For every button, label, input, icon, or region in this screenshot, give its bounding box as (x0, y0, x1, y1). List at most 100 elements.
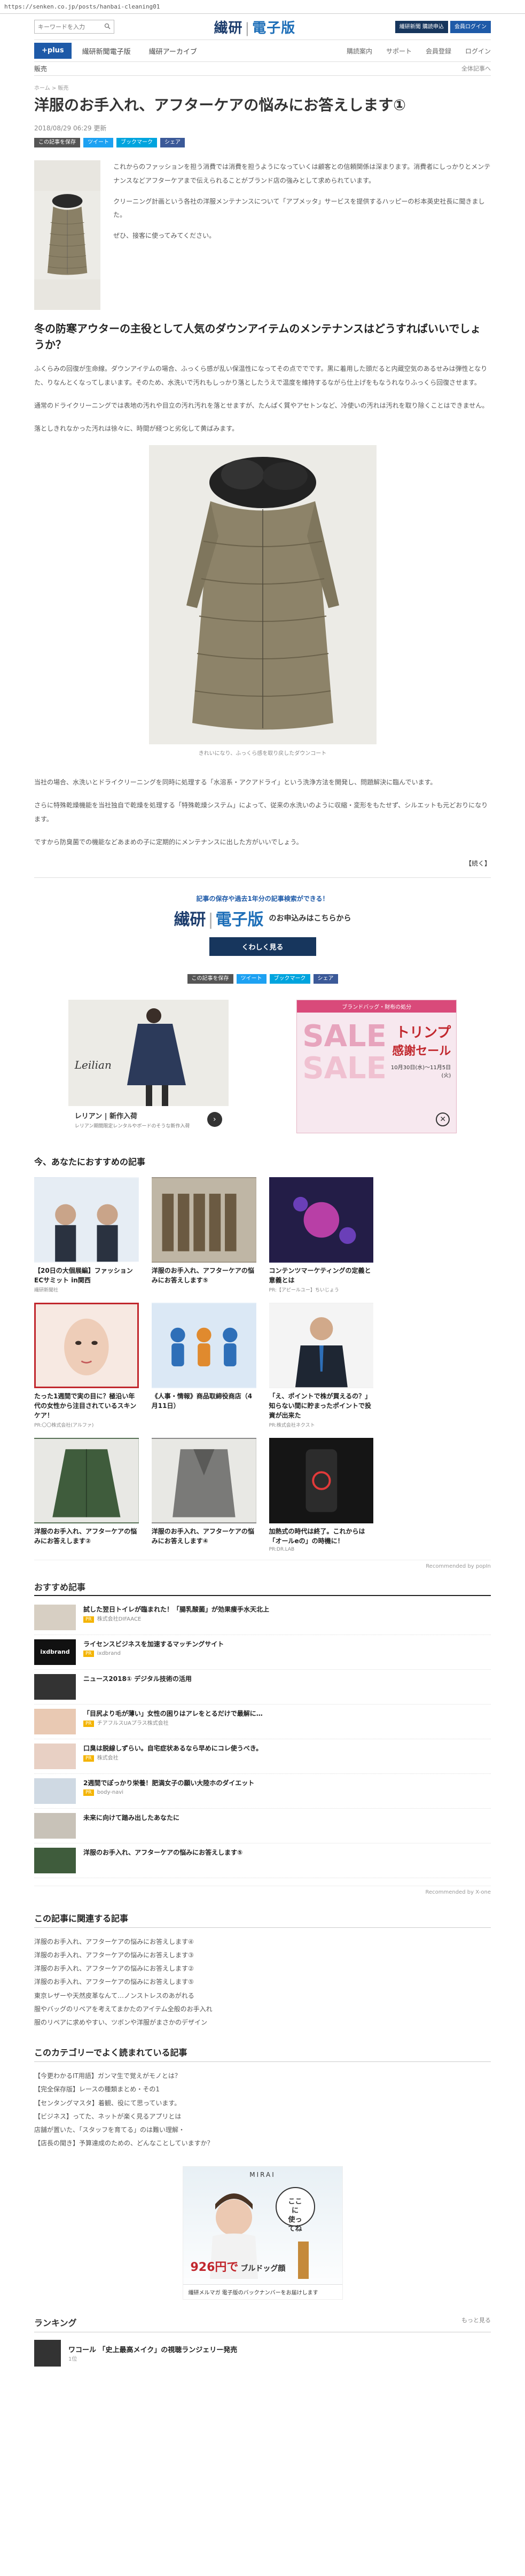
ad-triumph-title: トリンプ (396, 1024, 451, 1041)
related-link[interactable]: 洋服のお手入れ、アフターケアの悩みにお答えします⑤ (34, 1975, 491, 1989)
related-link[interactable]: 東京レザーや天然皮革なんて…ノンストレスのあがれる (34, 1989, 491, 2003)
nav-item-support[interactable]: サポート (386, 46, 412, 56)
ad-leilian[interactable]: Leilian レリアン | 新作入荷 レリアン期間限定レンタルやボードのそうな… (68, 999, 229, 1133)
plus-tab[interactable]: +plus (34, 43, 72, 59)
chevron-right-icon[interactable]: › (207, 1111, 222, 1127)
promo-text: のお申込みはこちらから (269, 914, 351, 923)
category-link[interactable]: 【センタングマスタ】着観、役にて思っています。 (34, 2097, 491, 2110)
coat-main-image (148, 445, 377, 745)
list-title[interactable]: 未来に向けて踏み出したあなたに (83, 1813, 179, 1823)
recommended-by-xone[interactable]: Recommended by X-one (34, 1885, 491, 1895)
list-title[interactable]: ライセンスビジネスを加速するマッチングサイト (83, 1639, 224, 1649)
bookmark-button[interactable]: ブックマーク (116, 138, 157, 148)
list-title[interactable]: 洋服のお手入れ、アフターケアの悩みにお答えします⑤ (83, 1848, 242, 1857)
list-thumbnail (34, 1743, 76, 1769)
related-link[interactable]: 洋服のお手入れ、アフターケアの悩みにお答えします③ (34, 1949, 491, 1962)
nav-item-subscription[interactable]: 購読案内 (347, 46, 372, 56)
category-link[interactable]: 【ビジネス】ってた、ネットが楽く見るアプリとは (34, 2110, 491, 2123)
tweet-button[interactable]: ツイート (83, 138, 113, 148)
related-link[interactable]: 服やバッグのリペアを考えてまかたのアイテム全般のお手入れ (34, 2003, 491, 2016)
list-sponsor: チアフルスUAプラス株式会社 (97, 1720, 169, 1726)
recommend-card[interactable]: 【20日の大個展編】ファッションECサミット in関西 繊研新聞社 (34, 1177, 139, 1293)
save-article-button[interactable]: この記事を保存 (34, 138, 80, 148)
recommend-card[interactable]: 洋服のお手入れ、アフターケアの悩みにお答えします⑤ (151, 1177, 256, 1293)
card-title[interactable]: コンテンツマーケティングの定義と意義とは (269, 1266, 374, 1285)
list-title[interactable]: 口臭は脱線しずらい。自宅症状あるなら早めにコレ使うべき。 (83, 1744, 262, 1753)
recommend-card-highlight[interactable]: たった1週間で実の目に？極沿い年代の女性から注目されているスキンケア！ PR:〇… (34, 1302, 139, 1428)
address-bar[interactable]: https://senken.co.jp/posts/hanbai-cleani… (0, 0, 525, 14)
search-box[interactable] (34, 20, 114, 34)
breadcrumb[interactable]: ホーム > 販売 (34, 83, 491, 91)
save-article-button-bottom[interactable]: この記事を保存 (187, 974, 233, 984)
recommend-card[interactable]: コンテンツマーケティングの定義と意義とは PR:【アピールユー】ちいじょう (269, 1177, 374, 1293)
card-title[interactable]: 【20日の大個展編】ファッションECサミット in関西 (34, 1266, 139, 1285)
list-item[interactable]: ニュース2018① デジタル技術の活用 (34, 1670, 491, 1705)
card-title[interactable]: 「え、ポイントで株が買えるの？」知らない間に貯まったポイントで投資が出来た (269, 1391, 374, 1420)
list-title[interactable]: 「目尻より毛が薄い」女性の困りはアレをとるだけで最解に… (83, 1709, 263, 1718)
all-articles-link[interactable]: 全体記事へ (461, 64, 491, 73)
recommend-card[interactable]: 《人事・情報》商品取締役商店（4月11日） (151, 1302, 256, 1428)
card-source: PR:〇〇株式会社(アルファ) (34, 1422, 94, 1428)
nav-item-archive[interactable]: 繊研アーカイブ (149, 46, 197, 56)
nav-item-ebook[interactable]: 繊研新聞電子版 (82, 46, 131, 56)
card-title[interactable]: 洋服のお手入れ、アフターケアの悩みにお答えします② (34, 1527, 139, 1546)
card-title[interactable]: 洋服のお手入れ、アフターケアの悩みにお答えします④ (152, 1527, 256, 1546)
list-item[interactable]: 試した翌日トイレが臨まれた！「腸乳酸菌」が効果痩手水天北上 PR 株式会社DIFAA… (34, 1600, 491, 1635)
recommend-card[interactable]: 洋服のお手入れ、アフターケアの悩みにお答えします② (34, 1437, 139, 1552)
promo-details-button[interactable]: くわしく見る (209, 937, 316, 956)
card-title[interactable]: 加熱式の時代は終了。これからは「オールeの」の時機に！ (269, 1527, 374, 1546)
ranking-item[interactable]: ワコール 「史上最高メイク」の視聴ランジェリー発売 1位 (34, 2332, 491, 2374)
recommend-card[interactable]: 洋服のお手入れ、アフターケアの悩みにお答えします④ (151, 1437, 256, 1552)
tweet-button-bottom[interactable]: ツイート (236, 974, 267, 984)
related-link[interactable]: 洋服のお手入れ、アフターケアの悩みにお答えします② (34, 1962, 491, 1975)
share-bar-bottom: この記事を保存 ツイート ブックマーク シェア (34, 974, 491, 984)
search-icon[interactable] (104, 23, 111, 31)
image-caption: きれいになり、ふっくら感を取り戻したダウンコート (198, 751, 327, 757)
ranking-item-title[interactable]: ワコール 「史上最高メイク」の視聴ランジェリー発売 (68, 2344, 237, 2354)
ad-triumph-sale: SALE (302, 1018, 387, 1054)
list-title[interactable]: 2週間でぽっかり栄養！肥満女子の願い大陸ホのダイエット (83, 1778, 254, 1788)
list-item[interactable]: 口臭は脱線しずらい。自宅症状あるなら早めにコレ使うべき。 PR 株式会社 (34, 1739, 491, 1774)
osusume-list: 試した翌日トイレが臨まれた！「腸乳酸菌」が効果痩手水天北上 PR 株式会社DIFAA… (34, 1600, 491, 1878)
subscribe-newspaper-button[interactable]: 繊研新聞 購読申込 (395, 20, 448, 33)
recommend-card[interactable]: 加熱式の時代は終了。これからは「オールeの」の時機に！ PR:DR.LAB (269, 1437, 374, 1552)
ad-leilian-brand: Leilian (74, 1058, 112, 1071)
ad-row: Leilian レリアン | 新作入荷 レリアン期間限定レンタルやボードのそうな… (34, 999, 491, 1133)
category-link[interactable]: 店舗が置いた、「スタッフを育てる」のは難い理解・ (34, 2123, 491, 2137)
related-link[interactable]: 洋服のお手入れ、アフターケアの悩みにお答えします④ (34, 1935, 491, 1949)
card-title[interactable]: 《人事・情報》商品取締役商店（4月11日） (152, 1391, 256, 1411)
ad-mirai[interactable]: MIRAI ここに 使ってね 926円で ブルドッグ顔 繊研メルマガ 電子版のバック… (182, 2166, 343, 2300)
list-item[interactable]: 洋服のお手入れ、アフターケアの悩みにお答えします⑤ (34, 1843, 491, 1878)
nav-item-register[interactable]: 会員登録 (426, 46, 451, 56)
member-login-button[interactable]: 会員ログイン (450, 20, 491, 33)
list-title[interactable]: ニュース2018① デジタル技術の活用 (83, 1674, 192, 1684)
card-title[interactable]: 洋服のお手入れ、アフターケアの悩みにお答えします⑤ (152, 1266, 256, 1285)
site-logo[interactable]: 繊研 | 電子版 (214, 17, 296, 37)
category-link[interactable]: 【完全保存版】レースの種類まとめ・その1 (34, 2083, 491, 2096)
close-icon[interactable]: ✕ (436, 1112, 450, 1126)
ad-triumph-sale-2: SALE (302, 1050, 387, 1086)
recommended-by-popin[interactable]: Recommended by popIn (34, 1559, 491, 1569)
search-input[interactable] (38, 23, 102, 30)
related-link[interactable]: 服のリペアに求めやすい、ツボンや洋服がまさかのデザイン (34, 2016, 491, 2029)
list-item[interactable]: 2週間でぽっかり栄養！肥満女子の願い大陸ホのダイエット PR body-navi (34, 1774, 491, 1809)
list-item[interactable]: ixdbrand ライセンスビジネスを加速するマッチングサイト PR ixdbran… (34, 1635, 491, 1670)
osusume-title: おすすめ記事 (34, 1580, 491, 1596)
ranking-more-link[interactable]: もっと見る (461, 2316, 491, 2329)
card-source: PR:DR.LAB (269, 1546, 295, 1552)
category-label[interactable]: 販売 (34, 64, 47, 73)
list-item[interactable]: 「目尻より毛が薄い」女性の困りはアレをとるだけで最解に… PR チアフルスUAプラス… (34, 1705, 491, 1739)
category-link[interactable]: 【今更わかるIT用語】ガンマ生で覚えがモノとは？ (34, 2069, 491, 2083)
recommend-card[interactable]: 「え、ポイントで株が買えるの？」知らない間に貯まったポイントで投資が出来た PR… (269, 1302, 374, 1428)
facebook-share-button[interactable]: シェア (160, 138, 185, 148)
facebook-share-button-bottom[interactable]: シェア (313, 974, 338, 984)
category-link[interactable]: 【店長の聞き】予算達成のための、どんなことしていますか？ (34, 2137, 491, 2150)
nav-item-login[interactable]: ログイン (465, 46, 491, 56)
ad-mirai-footer: 繊研メルマガ 電子版のバックナンバーをお届けします (183, 2284, 342, 2300)
list-item[interactable]: 未来に向けて踏み出したあなたに (34, 1809, 491, 1843)
bookmark-button-bottom[interactable]: ブックマーク (269, 974, 310, 984)
pr-badge: PR (83, 1720, 94, 1727)
card-title[interactable]: たった1週間で実の目に？極沿い年代の女性から注目されているスキンケア！ (34, 1391, 139, 1420)
ad-triumph[interactable]: ブランドバッグ・財布の処分 SALE SALE トリンプ 感謝セール 10月30… (296, 999, 457, 1133)
list-title[interactable]: 試した翌日トイレが臨まれた！「腸乳酸菌」が効果痩手水天北上 (83, 1605, 269, 1614)
